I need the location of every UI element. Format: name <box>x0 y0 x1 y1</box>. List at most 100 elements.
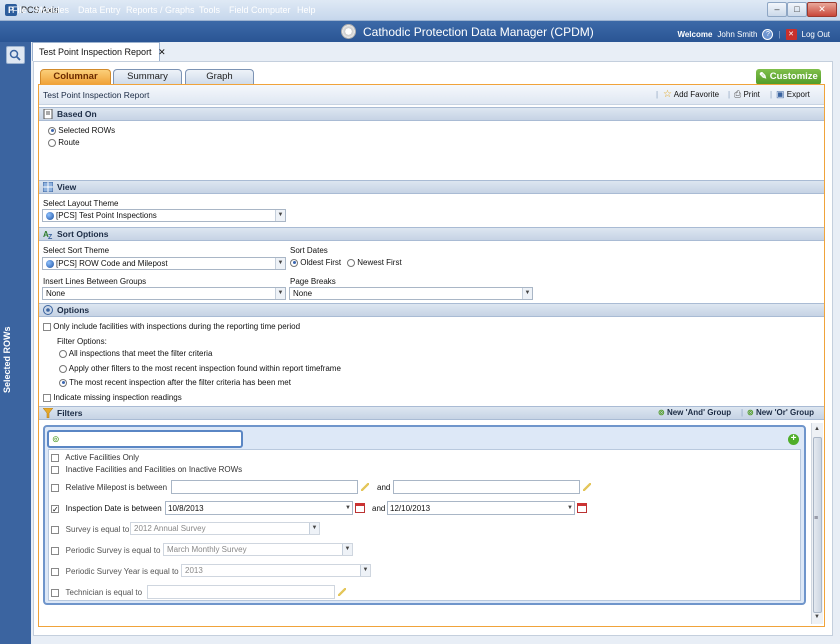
checkbox-icon <box>51 525 59 534</box>
tab-columnar[interactable]: Columnar <box>40 69 111 84</box>
milepost-to-input[interactable] <box>393 480 580 494</box>
customize-button[interactable]: ✎ Customize <box>756 69 821 85</box>
radio-route[interactable]: Route <box>48 138 80 147</box>
insert-lines-label: Insert Lines Between Groups <box>43 277 147 286</box>
filter-survey[interactable]: Survey is equal to <box>51 525 129 534</box>
menu-file[interactable]: File <box>12 5 27 15</box>
options-icon <box>43 305 53 315</box>
layout-theme-select[interactable]: [PCS] Test Point Inspections ▼ <box>42 209 286 222</box>
checkbox-icon <box>51 465 59 474</box>
only-include-checkbox[interactable]: Only include facilities with inspections… <box>43 322 300 331</box>
globe-icon <box>46 211 54 220</box>
date-to-input[interactable]: 12/10/2013 <box>387 501 575 515</box>
filter-group-operator[interactable]: ⊚ <box>47 430 243 448</box>
scroll-down-icon[interactable]: ▼ <box>814 614 820 620</box>
selected-rows-panel-toggle[interactable]: Selected ROWs <box>2 300 30 420</box>
sort-theme-select[interactable]: [PCS] ROW Code and Milepost ▼ <box>42 257 286 270</box>
menu-help[interactable]: Help <box>297 5 316 15</box>
scroll-up-icon[interactable]: ▲ <box>814 426 820 432</box>
radio-icon <box>48 126 56 135</box>
technician-input[interactable] <box>147 585 335 599</box>
menu-modules[interactable]: Modules <box>35 5 69 15</box>
search-icon <box>9 49 21 61</box>
menu-field-computer[interactable]: Field Computer <box>229 5 291 15</box>
radio-selected-rows[interactable]: Selected ROWs <box>48 126 115 135</box>
new-and-group-button[interactable]: ⊚ New 'And' Group <box>658 408 731 417</box>
close-window-button[interactable]: ✕ <box>807 2 837 17</box>
add-filter-icon[interactable]: + <box>788 434 799 445</box>
tab-graph[interactable]: Graph <box>185 69 254 84</box>
section-options[interactable]: Options <box>39 303 824 317</box>
filter-periodic-survey[interactable]: Periodic Survey is equal to <box>51 546 160 555</box>
section-sort-options[interactable]: AZ Sort Options <box>39 227 824 241</box>
radio-icon <box>59 364 67 373</box>
insert-lines-select[interactable]: None ▼ <box>42 287 286 300</box>
chevron-down-icon: ▼ <box>275 210 285 221</box>
user-area: Welcome John Smith ? | ✕ Log Out <box>677 28 830 40</box>
page-breaks-label: Page Breaks <box>290 277 336 286</box>
chevron-down-icon: ▼ <box>309 523 319 534</box>
chevron-down-icon[interactable]: ▼ <box>343 502 353 514</box>
chevron-down-icon: ▼ <box>360 565 370 576</box>
logout-icon[interactable]: ✕ <box>785 28 797 40</box>
menu-data-entry[interactable]: Data Entry <box>78 5 121 15</box>
maximize-button[interactable]: □ <box>787 2 807 17</box>
print-button[interactable]: ⎙ Print <box>734 89 760 100</box>
filter-technician[interactable]: Technician is equal to <box>51 588 142 597</box>
menu-reports-graphs[interactable]: Reports / Graphs <box>126 5 195 15</box>
sidebar-search-button[interactable] <box>6 46 25 64</box>
report-title: Test Point Inspection Report <box>43 90 150 100</box>
add-favorite-button[interactable]: ☆ Add Favorite <box>663 89 719 100</box>
survey-select[interactable]: 2012 Annual Survey ▼ <box>130 522 320 535</box>
and-label: and <box>377 483 391 492</box>
periodic-year-select[interactable]: 2013 ▼ <box>181 564 371 577</box>
sort-theme-label: Select Sort Theme <box>43 246 110 255</box>
scrollbar-thumb[interactable] <box>813 437 822 613</box>
filter-relative-milepost[interactable]: Relative Milepost is between <box>51 483 167 492</box>
tab-close-icon[interactable]: ✕ <box>158 47 166 57</box>
radio-most-recent-inspection[interactable]: The most recent inspection after the fil… <box>59 378 291 387</box>
radio-apply-other-filters[interactable]: Apply other filters to the most recent i… <box>59 364 341 373</box>
calendar-icon[interactable] <box>577 503 587 513</box>
export-button[interactable]: ▣ Export <box>776 89 810 100</box>
milepost-from-input[interactable] <box>171 480 358 494</box>
pencil-icon[interactable] <box>361 483 369 491</box>
radio-all-inspections[interactable]: All inspections that meet the filter cri… <box>59 349 212 358</box>
filter-active-facilities[interactable]: Active Facilities Only <box>51 453 139 462</box>
radio-oldest-first[interactable]: Oldest First <box>290 258 341 267</box>
filters-scrollbar[interactable]: ▲ ≡ ▼ <box>811 423 823 624</box>
minimize-button[interactable]: – <box>767 2 787 17</box>
calendar-icon[interactable] <box>355 503 365 513</box>
link-icon: ⊚ <box>747 408 754 417</box>
tab-summary[interactable]: Summary <box>113 69 182 84</box>
pencil-icon[interactable] <box>583 483 591 491</box>
filter-inactive-facilities[interactable]: Inactive Facilities and Facilities on In… <box>51 465 242 474</box>
logout-link[interactable]: Log Out <box>802 30 830 39</box>
chevron-down-icon: ▼ <box>522 288 532 299</box>
and-label: and <box>372 504 386 513</box>
periodic-survey-select[interactable]: March Monthly Survey ▼ <box>163 543 353 556</box>
chevron-down-icon: ▼ <box>275 288 285 299</box>
grid-icon <box>43 182 53 192</box>
checkbox-icon <box>51 546 59 555</box>
filter-inspection-date[interactable]: ✓ Inspection Date is between <box>51 504 162 513</box>
page-breaks-select[interactable]: None ▼ <box>289 287 533 300</box>
radio-newest-first[interactable]: Newest First <box>347 258 402 267</box>
section-view[interactable]: View <box>39 180 824 194</box>
menu-tools[interactable]: Tools <box>199 5 220 15</box>
checkbox-icon <box>51 567 59 576</box>
tab-label: Test Point Inspection Report <box>39 47 152 57</box>
svg-text:Z: Z <box>48 234 53 239</box>
chevron-down-icon[interactable]: ▼ <box>565 502 575 514</box>
pencil-icon[interactable] <box>338 588 346 596</box>
section-based-on[interactable]: Based On <box>39 107 824 121</box>
filter-periodic-survey-year[interactable]: Periodic Survey Year is equal to <box>51 567 179 576</box>
date-from-input[interactable]: 10/8/2013 <box>165 501 353 515</box>
printer-icon: ⎙ <box>734 89 742 99</box>
filter-options-label: Filter Options: <box>57 337 107 346</box>
new-or-group-button[interactable]: ⊚ New 'Or' Group <box>747 408 814 417</box>
help-icon[interactable]: ? <box>762 28 774 40</box>
tab-test-point-inspection-report[interactable]: Test Point Inspection Report ✕ <box>32 42 166 61</box>
indicate-missing-checkbox[interactable]: Indicate missing inspection readings <box>43 393 182 402</box>
radio-icon <box>48 138 56 147</box>
